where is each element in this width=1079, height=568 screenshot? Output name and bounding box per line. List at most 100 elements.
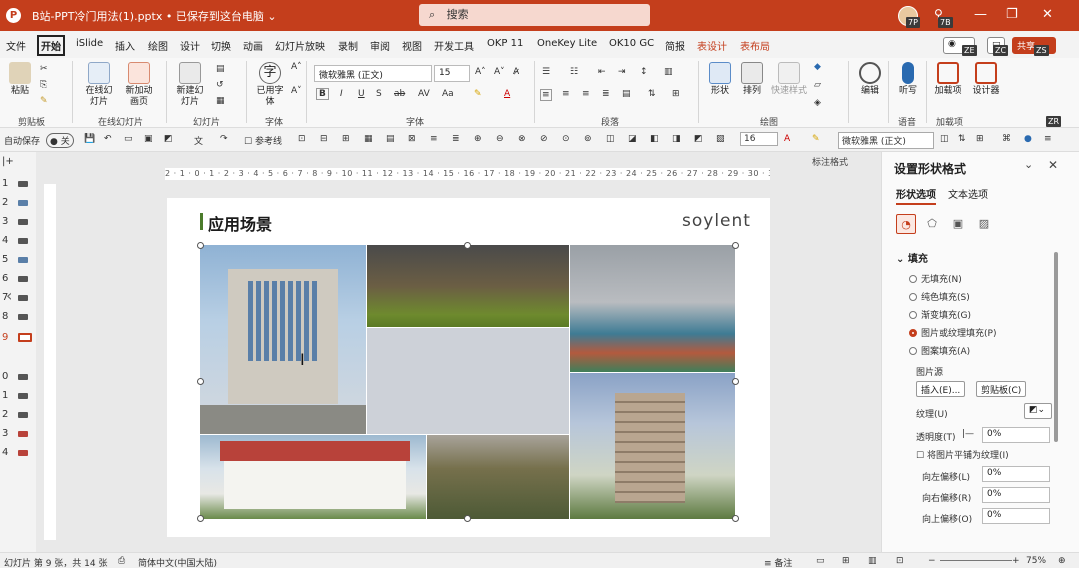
tab-okp[interactable]: OKP 11 [487,38,523,49]
slide-thumbnail-current[interactable] [18,333,32,342]
tab-draw[interactable]: 绘图 [148,38,168,53]
format-painter-icon[interactable]: ✎ [40,96,48,106]
slide-number[interactable]: 4 [2,447,8,458]
slide-thumbnail[interactable] [18,276,28,282]
tab-file[interactable]: 文件 [6,38,26,53]
bold-icon[interactable]: B [316,88,329,100]
slide-number[interactable]: 1 [2,178,8,189]
pane-toggle-icon[interactable]: |+ [2,156,14,167]
font-size-select[interactable]: 15 [434,65,470,82]
fill-icon[interactable]: ◩ [164,134,173,144]
resize-handle[interactable] [197,515,204,522]
texture-picker[interactable]: ◩⌄ [1024,403,1052,419]
slide-thumbnail[interactable] [18,393,28,399]
toolbar-icon[interactable]: ≡ [1044,134,1052,144]
table-icon[interactable]: ⊞ [976,134,984,144]
tab-table-layout[interactable]: 表布局 [740,38,770,53]
online-slide-button[interactable]: 在线幻灯片 [84,62,114,108]
slide-sorter-icon[interactable]: ⊞ [842,556,850,566]
restore-icon[interactable]: ❐ [1006,7,1018,22]
mark-format-label[interactable]: 标注格式 [812,155,848,168]
slide-number[interactable]: 3 [2,428,8,439]
highlight-icon[interactable]: ✎ [812,134,820,144]
normal-view-icon[interactable]: ▭ [816,556,825,566]
minimize-icon[interactable]: — [974,7,987,22]
slide-thumbnail[interactable] [18,219,28,225]
slide-number-current[interactable]: 9 [2,332,8,343]
toolbar-icon[interactable]: ⊙ [562,134,570,144]
photo-government-building[interactable] [200,245,366,434]
toolbar-icon[interactable]: ⊘ [540,134,548,144]
fill-section-header[interactable]: ⌄ 填充 [896,250,928,265]
prev-slide-arrow-icon[interactable]: ‹ [6,286,12,305]
toolbar-icon[interactable]: ⊡ [298,134,306,144]
toolbar-icon[interactable]: ● [1024,134,1032,144]
radio-pattern-fill[interactable]: 图案填充(A) [909,344,970,357]
language-status[interactable]: 简体中文(中国大陆) [138,556,217,568]
reading-view-icon[interactable]: ▥ [868,556,877,566]
slide-number[interactable]: 0 [2,371,8,382]
qat-font-name[interactable]: 微软雅黑 (正文) [838,132,934,149]
offset-left-input[interactable]: 0% [982,466,1050,482]
clear-format-icon[interactable]: A̷ [513,67,519,77]
font-increase-icon[interactable]: A˄ [291,62,302,72]
align-left-icon[interactable]: ≡ [540,89,552,101]
font-decrease-icon[interactable]: A˅ [291,86,302,96]
powerpoint-icon[interactable]: P [6,8,21,23]
start-icon[interactable]: ▣ [144,134,153,144]
toolbar-icon[interactable]: ≣ [452,134,460,144]
tab-developer[interactable]: 开发工具 [434,38,474,53]
addins-button[interactable]: 加载项 [934,62,962,97]
text-icon[interactable]: 文 [194,134,203,147]
used-font-button[interactable]: 字 已用字体 [254,62,286,108]
section-icon[interactable]: ▦ [216,96,225,106]
slide-title[interactable]: 应用场景 [200,211,272,235]
slide-number[interactable]: 1 [2,390,8,401]
align-center-icon[interactable]: ≡ [562,89,570,99]
offset-top-input[interactable]: 0% [982,508,1050,524]
picture-icon[interactable]: ▨ [974,214,994,234]
slide-number[interactable]: 4 [2,235,8,246]
cut-icon[interactable]: ✂ [40,64,48,74]
search-box[interactable]: ⌕ 搜索 [419,4,650,26]
change-case-icon[interactable]: Aa [442,89,454,99]
toolbar-icon[interactable]: ≡ [430,134,438,144]
tab-record[interactable]: 录制 [338,38,358,53]
shadow-icon[interactable]: S [376,89,382,99]
save-icon[interactable]: 💾 [84,134,95,144]
toolbar-icon[interactable]: ⊕ [474,134,482,144]
radio-solid-fill[interactable]: 纯色填充(S) [909,290,970,303]
align-text-icon[interactable]: ⊞ [672,89,680,99]
slideshow-icon[interactable]: ⊡ [896,556,904,566]
resize-handle[interactable] [464,515,471,522]
toolbar-icon[interactable]: ⊠ [408,134,416,144]
clipboard-button[interactable]: 剪贴板(C) [976,381,1027,397]
slide-thumbnail[interactable] [18,200,28,206]
transparency-input[interactable]: 0% [982,427,1050,443]
tab-shape-options[interactable]: 形状选项 [896,186,936,205]
chevron-down-icon[interactable]: ⌄ [1024,158,1033,171]
toolbar-icon[interactable]: ◨ [672,134,681,144]
tab-onekey[interactable]: OneKey Lite [537,38,597,49]
tile-checkbox[interactable]: ☐ 将图片平铺为纹理(I) [916,448,1009,461]
grow-font-icon[interactable]: A˄ [475,67,486,77]
increase-indent-icon[interactable]: ⇥ [618,67,626,77]
zoom-in-icon[interactable]: + [1012,556,1020,566]
tab-review[interactable]: 审阅 [370,38,390,53]
tab-islide[interactable]: iSlide [76,38,103,49]
resize-handle[interactable] [732,242,739,249]
notes-button[interactable]: ≡ 备注 [764,556,792,568]
resize-handle[interactable] [732,515,739,522]
radio-picture-fill[interactable]: 图片或纹理填充(P) [909,326,996,339]
font-name-select[interactable]: 微软雅黑 (正文) [314,65,432,82]
radio-gradient-fill[interactable]: 渐变填充(G) [909,308,971,321]
toolbar-icon[interactable]: ⊗ [518,134,526,144]
reset-icon[interactable]: ↺ [216,80,224,90]
tab-design[interactable]: 设计 [180,38,200,53]
highlight-icon[interactable]: ✎ [474,89,482,99]
toolbar-icon[interactable]: ◪ [628,134,637,144]
line-spacing-icon[interactable]: ↕ [640,67,648,77]
autosave-toggle[interactable]: ● 关 [46,133,74,148]
bullets-icon[interactable]: ☰ [542,67,550,77]
slide-number[interactable]: 2 [2,409,8,420]
